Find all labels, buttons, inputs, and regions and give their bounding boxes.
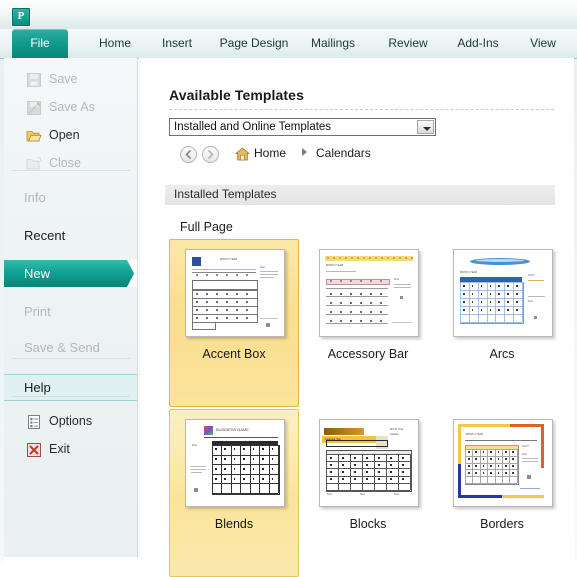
tab-mailings[interactable]: Mailings xyxy=(302,29,364,58)
template-preview-artwork: Calendar Title Month Year Subtitle Text Text… xyxy=(320,420,418,506)
nav-save-as: Save As xyxy=(4,94,138,121)
breadcrumb-home[interactable]: Home xyxy=(254,146,286,160)
ribbon-tab-strip: File Home Insert Page Design Mailings Review A… xyxy=(0,29,577,59)
back-button[interactable] xyxy=(180,146,197,163)
nav-save-as-label: Save As xyxy=(49,100,95,114)
tab-review[interactable]: Review xyxy=(382,29,434,58)
nav-options-label: Options xyxy=(49,414,93,428)
publisher-backstage-window: P File Home Insert Page Design Mailings Revie… xyxy=(0,0,577,577)
publisher-app-icon: P xyxy=(12,8,30,26)
title-bar: P xyxy=(0,0,577,29)
options-icon-wrap xyxy=(26,413,42,429)
floppy-disk-icon xyxy=(27,73,41,87)
nav-close: Close xyxy=(4,150,138,177)
tab-view[interactable]: View xyxy=(523,29,563,58)
nav-exit-label: Exit xyxy=(49,442,70,456)
template-name: Blends xyxy=(214,517,254,531)
template-name: Accessory Bar xyxy=(327,347,409,361)
group-label-full-page: Full Page xyxy=(180,220,233,234)
tab-insert[interactable]: Insert xyxy=(152,29,202,58)
template-thumbnail[interactable]: MONTH YEAR S M T Text xyxy=(453,249,553,337)
template-thumbnail[interactable]: Calendar Title Month Year Subtitle Text Text… xyxy=(319,419,419,507)
template-thumbnail[interactable]: MONTH YEAR Text xyxy=(319,249,419,337)
nav-info-label: Info xyxy=(24,190,46,205)
nav-save-and-send-label: Save & Send xyxy=(24,340,100,355)
arrow-left-icon xyxy=(185,150,191,159)
template-preview-artwork: MONTH YEAR S M T Text xyxy=(454,250,552,336)
template-preview-artwork: BUSINESS NAME Text xyxy=(186,420,284,506)
open-folder-icon-wrap xyxy=(26,127,42,143)
template-source-dropdown[interactable]: Installed and Online Templates xyxy=(169,118,436,136)
nav-save-and-send: Save & Send xyxy=(4,334,138,361)
open-folder-icon xyxy=(26,131,42,142)
template-name: Arcs xyxy=(489,347,515,361)
exit-icon-wrap xyxy=(26,441,42,457)
tab-file[interactable]: File xyxy=(12,29,68,59)
nav-print: Print xyxy=(4,298,138,325)
breadcrumb-current[interactable]: Calendars xyxy=(316,146,371,160)
chevron-down-icon[interactable] xyxy=(417,120,434,134)
template-preview-artwork: MONTH YEAR Text xyxy=(186,250,284,336)
breadcrumb: Home Calendars xyxy=(169,144,554,166)
nav-print-label: Print xyxy=(24,304,51,319)
exit-icon xyxy=(27,443,41,457)
template-preview-artwork: MONTH YEAR Text xyxy=(320,250,418,336)
template-thumbnail[interactable]: BUSINESS NAME Text xyxy=(185,419,285,507)
breadcrumb-separator-icon xyxy=(302,148,307,156)
page-title: Available Templates xyxy=(169,87,304,103)
tab-add-ins[interactable]: Add-Ins xyxy=(450,29,506,58)
forward-button[interactable] xyxy=(202,146,219,163)
nav-new-label: New xyxy=(24,266,51,281)
template-name: Borders xyxy=(480,517,524,531)
nav-separator xyxy=(12,170,130,171)
close-folder-icon-wrap xyxy=(26,155,42,171)
nav-open[interactable]: Open xyxy=(4,122,138,149)
tab-home[interactable]: Home xyxy=(88,29,142,58)
nav-new[interactable]: New xyxy=(4,260,139,287)
arrow-right-icon xyxy=(208,150,214,159)
nav-recent-label: Recent xyxy=(24,228,66,243)
nav-recent[interactable]: Recent xyxy=(4,222,138,249)
backstage-content: Available Templates Installed and Online… xyxy=(140,58,574,577)
nav-save: Save xyxy=(4,66,138,93)
tab-page-design[interactable]: Page Design xyxy=(215,29,293,58)
template-thumbnail[interactable]: MONTH YEAR S M T Text xyxy=(453,419,553,507)
home-icon[interactable] xyxy=(234,147,251,161)
floppy-disk-icon-wrap xyxy=(26,71,42,87)
save-as-icon-wrap xyxy=(26,99,42,115)
pane-divider xyxy=(137,58,138,557)
nav-close-label: Close xyxy=(49,156,81,170)
template-source-value: Installed and Online Templates xyxy=(174,121,332,133)
nav-save-label: Save xyxy=(49,72,78,86)
installed-templates-band: Installed Templates xyxy=(165,185,555,205)
template-name: Accent Box xyxy=(202,347,266,361)
nav-options[interactable]: Options xyxy=(4,408,138,435)
nav-info: Info xyxy=(4,184,138,211)
nav-separator xyxy=(12,358,130,359)
installed-templates-label: Installed Templates xyxy=(174,187,277,201)
nav-separator xyxy=(12,396,130,397)
template-preview-artwork: MONTH YEAR S M T Text xyxy=(454,420,552,506)
backstage-left-pane: Save Save As Open Close Info Recent New Print Sa… xyxy=(4,58,139,557)
nav-open-label: Open xyxy=(49,128,80,142)
template-name: Blocks xyxy=(349,517,387,531)
title-divider xyxy=(169,109,554,110)
template-thumbnail[interactable]: MONTH YEAR Text xyxy=(185,249,285,337)
nav-exit[interactable]: Exit xyxy=(4,436,138,463)
save-as-icon xyxy=(27,101,41,115)
template-grid: MONTH YEAR Text Accent Box MONTH YEAR Text Ac… xyxy=(169,239,569,577)
options-icon xyxy=(28,415,40,429)
